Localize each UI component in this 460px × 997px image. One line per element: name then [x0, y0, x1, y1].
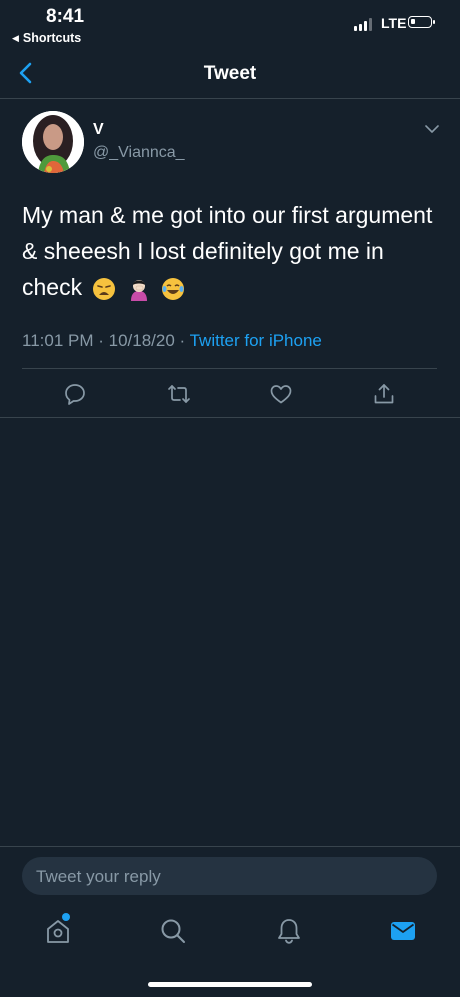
- back-app-label: Shortcuts: [22, 31, 82, 45]
- home-indicator[interactable]: [148, 982, 312, 987]
- divider: [22, 368, 437, 369]
- battery-icon: [408, 16, 435, 28]
- notifications-bell-icon[interactable]: [275, 917, 303, 945]
- like-heart-icon[interactable]: [269, 382, 293, 406]
- reply-input[interactable]: Tweet your reply: [22, 857, 437, 895]
- search-tab-icon[interactable]: [159, 917, 187, 945]
- tweet-detail: V @_Viannca_ My man & me got into our fi…: [0, 99, 460, 418]
- display-name[interactable]: V: [93, 121, 104, 139]
- status-time: 8:41: [46, 6, 85, 27]
- face-with-tears-of-joy-icon: [162, 277, 185, 300]
- home-tab-icon[interactable]: [44, 917, 72, 945]
- tweet-text: My man & me got into our first argument …: [22, 197, 442, 305]
- reply-icon[interactable]: [63, 382, 87, 406]
- page-title: Tweet: [203, 63, 257, 84]
- network-label: LTE: [381, 15, 407, 31]
- tweet-body: My man & me got into our first argument …: [22, 202, 433, 300]
- tweet-timestamp: 11:01 PM · 10/18/20 ·: [22, 331, 186, 350]
- avatar[interactable]: [22, 111, 84, 173]
- back-triangle-icon: ◀: [12, 32, 19, 43]
- tweet-source-link[interactable]: Twitter for iPhone: [190, 331, 322, 350]
- reply-placeholder: Tweet your reply: [36, 867, 161, 886]
- avatar-image: [22, 111, 84, 173]
- messages-envelope-icon[interactable]: [389, 917, 417, 945]
- weary-face-icon: [93, 277, 116, 300]
- chevron-down-icon[interactable]: [423, 123, 441, 135]
- tweet-metadata: 11:01 PM · 10/18/20 · Twitter for iPhone: [22, 331, 322, 351]
- signal-icon: [354, 17, 376, 31]
- nav-bar: Tweet: [0, 50, 460, 99]
- new-content-dot: [62, 913, 70, 921]
- person-facepalming-icon: [130, 279, 147, 301]
- status-bar: 8:41 ◀ Shortcuts LTE: [0, 0, 460, 50]
- user-handle[interactable]: @_Viannca_: [93, 144, 185, 162]
- back-to-app-link[interactable]: ◀ Shortcuts: [12, 31, 81, 45]
- share-icon[interactable]: [372, 382, 396, 406]
- bottom-area: Tweet your reply: [0, 846, 460, 997]
- retweet-icon[interactable]: [167, 382, 191, 406]
